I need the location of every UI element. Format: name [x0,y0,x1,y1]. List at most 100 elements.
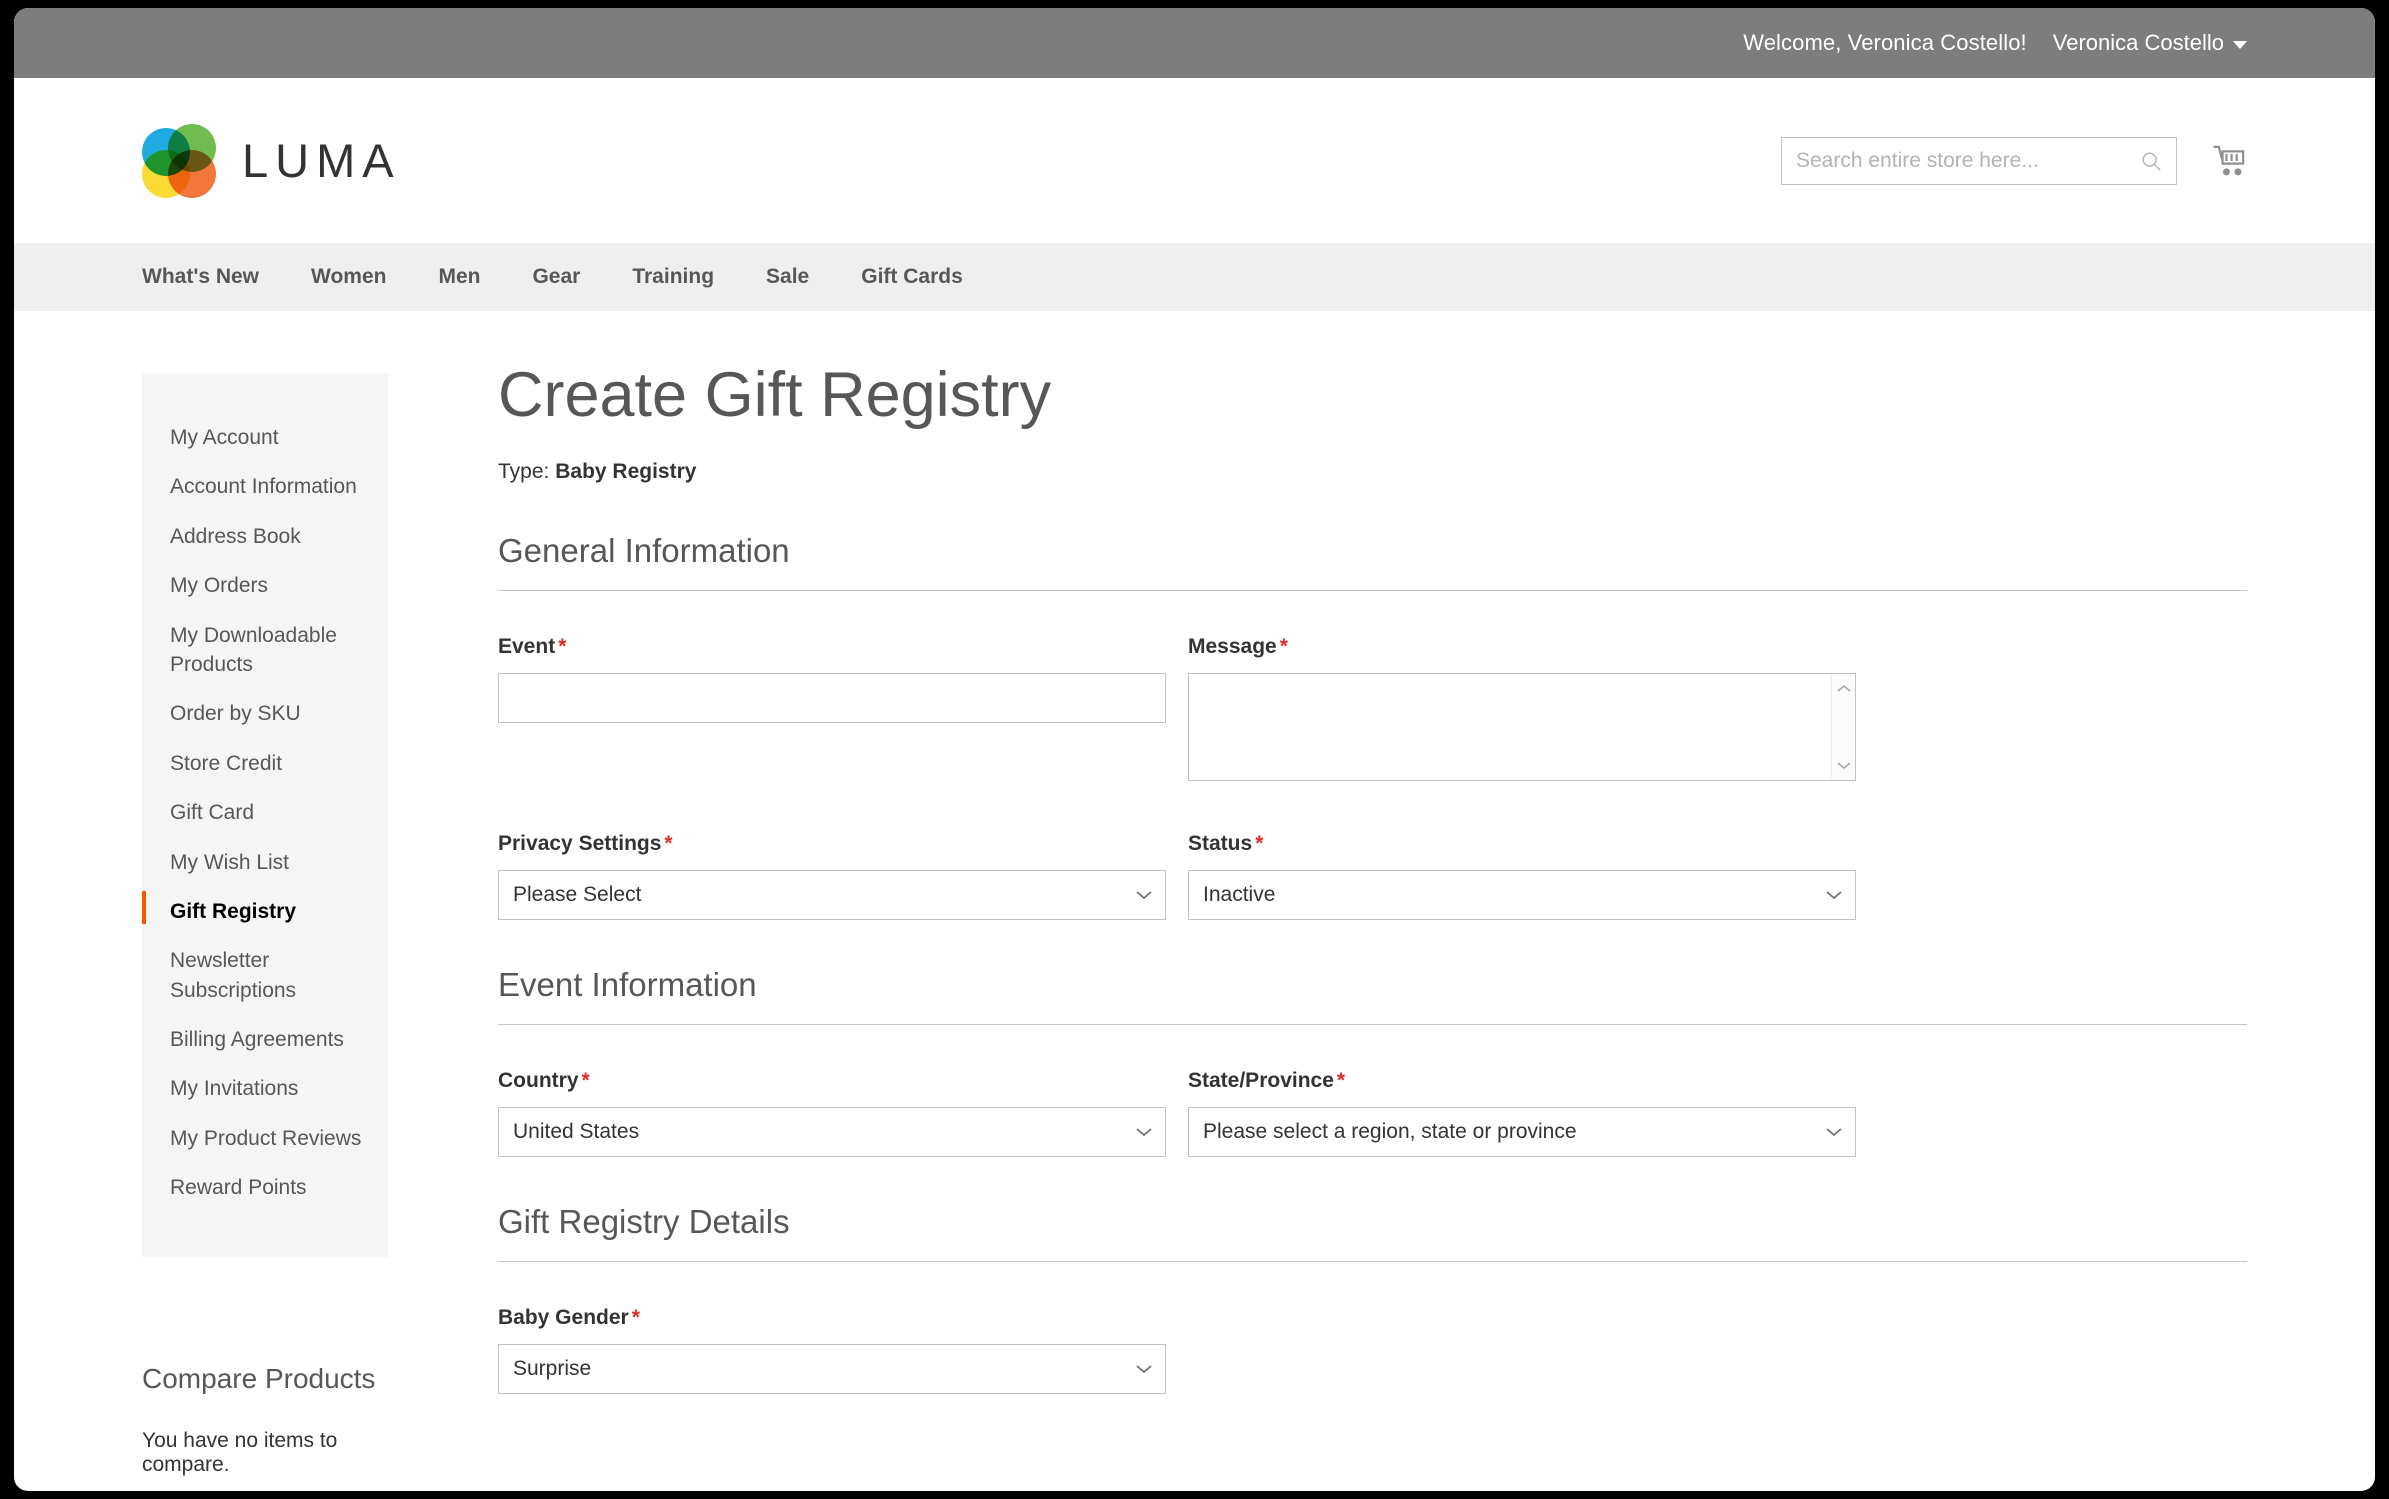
baby-gender-select-wrap: Surprise [498,1344,1166,1395]
chevron-down-icon[interactable] [1136,1364,1152,1374]
status-label: Status * [1188,832,1856,856]
field-message: Message * [1188,635,1856,786]
field-row-event-message: Event * Message * [498,635,2247,786]
event-label: Event * [498,635,1166,659]
sidebar-item-my-product-reviews[interactable]: My Product Reviews [142,1114,388,1163]
field-row-baby-gender: Baby Gender * Surprise [498,1306,2247,1395]
sidebar-item-newsletter-subscriptions[interactable]: Newsletter Subscriptions [142,936,388,1015]
shopping-cart-icon[interactable] [2211,143,2247,179]
baby-gender-label: Baby Gender * [498,1306,1166,1330]
state-province-select[interactable]: Please select a region, state or provinc… [1188,1107,1856,1158]
search-input[interactable] [1796,148,2140,173]
page-content: My Account Account Information Address B… [14,311,2375,1477]
field-event: Event * [498,635,1166,786]
status-select[interactable]: Inactive [1188,870,1856,921]
account-nav-panel: My Account Account Information Address B… [142,373,388,1257]
sidebar-item-billing-agreements[interactable]: Billing Agreements [142,1015,388,1064]
sidebar-item-my-wish-list[interactable]: My Wish List [142,838,388,887]
required-asterisk: * [558,635,567,659]
luma-logo-icon [142,123,216,198]
account-menu-button[interactable]: Veronica Costello [2053,30,2247,56]
legend-general-information: General Information [498,532,2247,592]
chevron-down-icon[interactable] [1136,1127,1152,1137]
required-asterisk: * [1336,1069,1346,1093]
nav-item-gear[interactable]: Gear [506,265,606,289]
nav-item-whats-new[interactable]: What's New [142,265,285,289]
event-input[interactable] [498,673,1166,724]
page-title: Create Gift Registry [498,360,1052,430]
search-icon[interactable] [2140,150,2162,172]
registry-type-label: Type: [498,460,550,484]
privacy-settings-label: Privacy Settings * [498,832,1166,856]
sidebar-item-account-information[interactable]: Account Information [142,462,388,511]
country-label-text: Country [498,1069,579,1093]
search-box[interactable] [1781,136,2177,185]
sidebar-item-my-account[interactable]: My Account [142,413,388,462]
registry-type-line: Type: Baby Registry [498,460,2247,484]
state-province-label: State/Province * [1188,1069,1856,1093]
message-textarea[interactable] [1188,673,1856,782]
sidebar-item-my-invitations[interactable]: My Invitations [142,1064,388,1113]
required-asterisk: * [1255,832,1264,856]
nav-item-men[interactable]: Men [412,265,506,289]
sidebar-item-store-credit[interactable]: Store Credit [142,739,388,788]
nav-item-sale[interactable]: Sale [740,265,835,289]
message-textarea-wrap [1188,673,1856,786]
browser-viewport: Welcome, Veronica Costello! Veronica Cos… [14,8,2375,1491]
scroll-up-icon[interactable] [1836,684,1851,693]
logo-wordmark: LUMA [242,134,401,187]
registry-type-value: Baby Registry [555,460,697,484]
privacy-settings-select[interactable]: Please Select [498,870,1166,921]
account-sidebar: My Account Account Information Address B… [142,311,388,1477]
required-asterisk: * [1279,635,1288,659]
compare-products-empty-text: You have no items to compare. [142,1428,338,1476]
sidebar-item-gift-registry[interactable]: Gift Registry [142,887,388,936]
chevron-down-icon[interactable] [1826,890,1842,900]
nav-item-gift-cards[interactable]: Gift Cards [835,265,989,289]
sidebar-item-reward-points[interactable]: Reward Points [142,1163,388,1212]
baby-gender-select[interactable]: Surprise [498,1344,1166,1395]
country-select[interactable]: United States [498,1107,1166,1158]
nav-item-training[interactable]: Training [606,265,740,289]
required-asterisk: * [631,1306,640,1330]
compare-products-title: Compare Products [142,1362,376,1394]
legend-gift-registry-details: Gift Registry Details [498,1203,2247,1263]
header-actions [1781,136,2247,185]
required-asterisk: * [664,832,673,856]
logo-link[interactable]: LUMA [142,123,401,198]
state-province-label-text: State/Province [1188,1069,1334,1093]
country-label: Country * [498,1069,1166,1093]
compare-products-block: Compare Products You have no items to co… [142,1363,388,1477]
sidebar-item-my-orders[interactable]: My Orders [142,561,388,610]
message-label: Message * [1188,635,1856,659]
scroll-down-icon[interactable] [1836,761,1851,770]
gift-registry-form: Create Gift Registry Type: Baby Registry… [388,311,2247,1440]
nav-item-women[interactable]: Women [285,265,412,289]
field-baby-gender: Baby Gender * Surprise [498,1306,1166,1395]
state-province-select-wrap: Please select a region, state or provinc… [1188,1107,1856,1158]
field-state-province: State/Province * Please select a region, … [1188,1069,1856,1158]
required-asterisk: * [581,1069,590,1093]
sidebar-item-address-book[interactable]: Address Book [142,512,388,561]
main-navigation: What's New Women Men Gear Training Sale … [14,243,2375,311]
chevron-down-icon [2233,41,2247,49]
sidebar-item-order-by-sku[interactable]: Order by SKU [142,689,388,738]
baby-gender-label-text: Baby Gender [498,1306,629,1330]
privacy-settings-label-text: Privacy Settings [498,832,662,856]
sidebar-item-my-downloadable-products[interactable]: My Downloadable Products [142,611,388,690]
chevron-down-icon[interactable] [1826,1127,1842,1137]
site-header: LUMA [14,78,2375,243]
status-select-wrap: Inactive [1188,870,1856,921]
field-row-privacy-status: Privacy Settings * Please Select Status * … [498,832,2247,921]
sidebar-item-gift-card[interactable]: Gift Card [142,788,388,837]
legend-event-information: Event Information [498,966,2247,1026]
chevron-down-icon[interactable] [1136,890,1152,900]
account-menu-label: Veronica Costello [2052,30,2224,55]
field-row-country-state: Country * United States State/Province * P… [498,1069,2247,1158]
message-scrollbar[interactable] [1831,674,1855,781]
status-label-text: Status [1188,832,1253,856]
privacy-settings-select-wrap: Please Select [498,870,1166,921]
field-status: Status * Inactive [1188,832,1856,921]
event-label-text: Event [498,635,556,659]
country-select-wrap: United States [498,1107,1166,1158]
